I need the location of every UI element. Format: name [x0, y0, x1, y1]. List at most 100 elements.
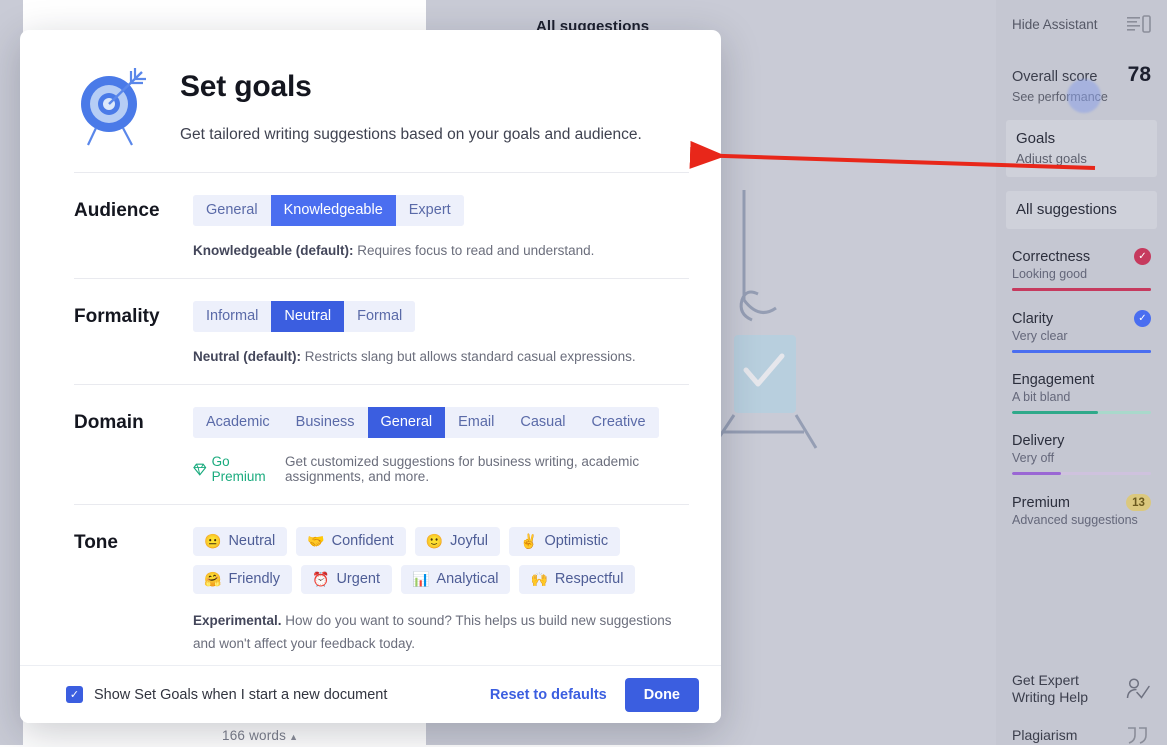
dialog-title: Set goals: [180, 70, 312, 103]
tone-note: Experimental. How do you want to sound? …: [193, 610, 689, 655]
tone-chip-label: Confident: [331, 533, 394, 549]
diamond-icon: [193, 463, 207, 476]
all-suggestions-label: All suggestions: [1016, 201, 1117, 218]
plagiarism-label: Plagiarism: [1012, 727, 1078, 744]
audience-note: Knowledgeable (default): Requires focus …: [193, 243, 689, 258]
metric-clarity[interactable]: Clarity ✓ Very clear: [1012, 310, 1151, 353]
done-button[interactable]: Done: [624, 677, 699, 712]
bar-chart-emoji: 📊: [411, 571, 430, 587]
metric-name: Correctness: [1012, 248, 1091, 265]
section-label: Formality: [74, 306, 160, 327]
score-orb-decoration: [1067, 79, 1101, 113]
metric-delivery[interactable]: Delivery Very off: [1012, 433, 1151, 475]
tone-chip-label: Respectful: [554, 571, 624, 587]
show-set-goals-label: Show Set Goals when I start a new docume…: [94, 686, 388, 703]
victory-hand-emoji: ✌️: [520, 533, 538, 549]
expert-help-line-1: Get Expert: [1012, 672, 1079, 688]
metric-engagement[interactable]: Engagement A bit bland: [1012, 372, 1151, 414]
tone-chip-label: Urgent: [336, 571, 380, 587]
section-label: Tone: [74, 532, 118, 553]
neutral-face-emoji: 😐: [204, 533, 222, 549]
metric-name: Clarity: [1012, 310, 1054, 327]
metrics-list: Correctness ✓ Looking good Clarity ✓ Ver…: [1012, 248, 1151, 527]
go-premium-link[interactable]: Go Premium: [193, 454, 285, 484]
word-count[interactable]: 166 words ▲: [222, 728, 298, 743]
tone-chip-label: Joyful: [450, 533, 489, 549]
check-circle-icon: ✓: [1134, 248, 1151, 265]
dialog-scroll-area: Set goals Get tailored writing suggestio…: [20, 30, 721, 665]
audience-segmented-control: General Knowledgeable Expert: [193, 195, 464, 226]
audience-note-rest: Requires focus to read and understand.: [353, 243, 595, 258]
domain-option-creative[interactable]: Creative: [578, 407, 659, 438]
dialog-footer: ✓ Show Set Goals when I start a new docu…: [20, 665, 721, 723]
tone-chip-confident[interactable]: 🤝 Confident: [296, 527, 406, 556]
raising-hands-emoji: 🙌: [530, 571, 548, 587]
tone-chip-joyful[interactable]: 🙂 Joyful: [414, 527, 501, 556]
tone-chip-optimistic[interactable]: ✌️ Optimistic: [509, 527, 621, 556]
check-circle-icon: ✓: [1134, 310, 1151, 327]
reset-to-defaults-button[interactable]: Reset to defaults: [490, 687, 607, 703]
premium-subtitle: Advanced suggestions: [1012, 513, 1138, 527]
domain-option-casual[interactable]: Casual: [507, 407, 579, 438]
alarm-clock-emoji: ⏰: [312, 571, 330, 587]
formality-option-informal[interactable]: Informal: [193, 301, 272, 332]
metric-progress-bar: [1012, 350, 1151, 353]
target-goal-icon: [81, 68, 146, 146]
tone-chip-respectful[interactable]: 🙌 Respectful: [519, 565, 636, 594]
sidebar-item-plagiarism[interactable]: Plagiarism: [1012, 725, 1151, 747]
domain-option-email[interactable]: Email: [445, 407, 508, 438]
slight-smile-emoji: 🙂: [425, 533, 444, 549]
metric-progress-bar: [1012, 472, 1151, 475]
metric-status: Very clear: [1012, 329, 1068, 343]
section-tone: Tone 😐 Neutral 🤝 Confident 🙂 Joyful ✌️ O…: [52, 505, 689, 655]
word-count-label: 166 words: [222, 728, 287, 743]
metric-progress-bar: [1012, 288, 1151, 291]
overall-score-block[interactable]: Overall score 78 See performance: [1012, 63, 1151, 113]
audience-note-bold: Knowledgeable (default):: [193, 243, 354, 258]
metric-name: Delivery: [1012, 433, 1065, 449]
sidebar-item-goals[interactable]: Goals Adjust goals: [1006, 120, 1157, 177]
audience-option-knowledgeable[interactable]: Knowledgeable: [270, 195, 396, 226]
goals-title: Goals: [1016, 130, 1056, 147]
tone-chip-urgent[interactable]: ⏰ Urgent: [301, 565, 392, 594]
section-label: Domain: [74, 412, 144, 433]
panel-collapse-icon[interactable]: [1127, 15, 1151, 33]
tone-chip-friendly[interactable]: 🤗 Friendly: [193, 565, 293, 594]
audience-option-expert[interactable]: Expert: [395, 195, 464, 226]
tone-chip-neutral[interactable]: 😐 Neutral: [193, 527, 288, 556]
dialog-header: Set goals Get tailored writing suggestio…: [52, 30, 689, 172]
formality-option-formal[interactable]: Formal: [344, 301, 416, 332]
show-set-goals-checkbox-row[interactable]: ✓ Show Set Goals when I start a new docu…: [66, 686, 387, 703]
sidebar-item-expert-help[interactable]: Get Expert Writing Help: [1012, 672, 1151, 706]
metric-status: Very off: [1012, 451, 1055, 465]
chevron-up-icon: ▲: [289, 732, 299, 742]
overall-score-value: 78: [1127, 63, 1151, 86]
metric-progress-bar: [1012, 411, 1151, 414]
tone-chip-analytical[interactable]: 📊 Analytical: [400, 565, 511, 594]
metric-correctness[interactable]: Correctness ✓ Looking good: [1012, 248, 1151, 291]
metric-status: A bit bland: [1012, 390, 1071, 404]
show-set-goals-checkbox[interactable]: ✓: [66, 686, 83, 703]
formality-segmented-control: Informal Neutral Formal: [193, 301, 416, 332]
hide-assistant-row[interactable]: Hide Assistant: [1012, 0, 1151, 33]
sidebar-item-all-suggestions[interactable]: All suggestions: [1006, 191, 1157, 229]
domain-option-general[interactable]: General: [367, 407, 446, 438]
hugging-face-emoji: 🤗: [204, 571, 222, 587]
assistant-sidebar: Hide Assistant Overall score 78 See perf…: [996, 0, 1167, 745]
handshake-emoji: 🤝: [307, 533, 325, 549]
tone-chip-label: Neutral: [228, 533, 276, 549]
section-formality: Formality Informal Neutral Formal Neutra…: [52, 279, 689, 384]
premium-name: Premium: [1012, 494, 1071, 511]
formality-option-neutral[interactable]: Neutral: [271, 301, 345, 332]
domain-option-academic[interactable]: Academic: [193, 407, 283, 438]
goals-subtitle: Adjust goals: [1016, 151, 1087, 166]
hide-assistant-label: Hide Assistant: [1012, 16, 1098, 32]
formality-note: Neutral (default): Restricts slang but a…: [193, 349, 689, 364]
set-goals-dialog: Set goals Get tailored writing suggestio…: [20, 30, 721, 723]
expert-help-line-2: Writing Help: [1012, 689, 1088, 706]
domain-option-business[interactable]: Business: [282, 407, 368, 438]
tone-chip-group: 😐 Neutral 🤝 Confident 🙂 Joyful ✌️ Optimi…: [193, 527, 663, 594]
go-premium-label: Go Premium: [211, 454, 266, 484]
audience-option-general[interactable]: General: [193, 195, 271, 226]
metric-premium[interactable]: Premium 13 Advanced suggestions: [1012, 494, 1151, 527]
